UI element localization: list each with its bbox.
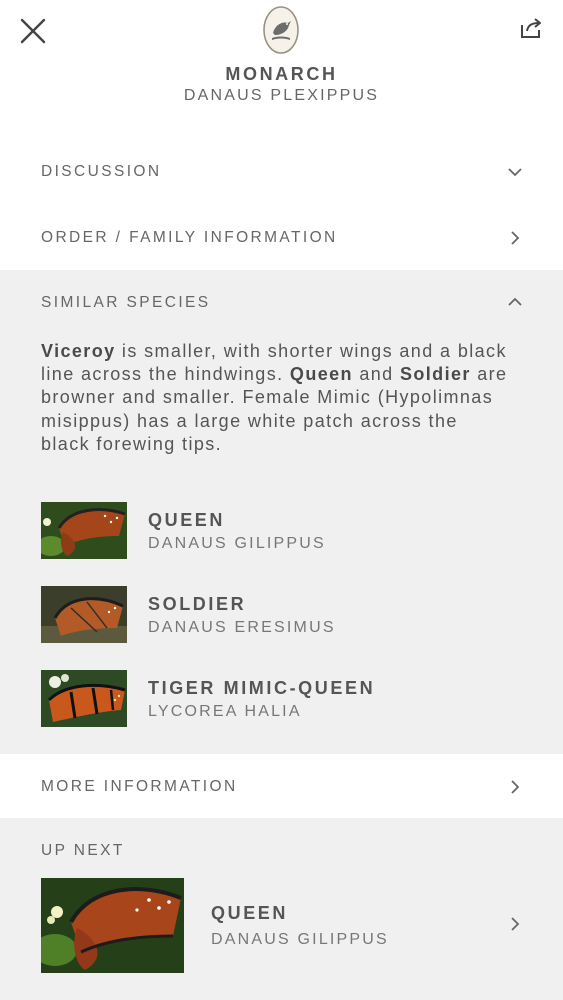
queen-thumbnail	[41, 502, 127, 559]
soldier-term: Soldier	[399, 364, 471, 385]
order-family-label: ORDER / FAMILY INFORMATION	[41, 229, 338, 246]
viceroy-term: Viceroy	[41, 341, 116, 361]
bird-logo-icon	[263, 6, 299, 54]
similar-species-item-tiger-mimic-queen[interactable]: TIGER MIMIC-QUEEN LYCOREA HALIA	[0, 668, 563, 738]
up-next-scientific: DANAUS GILIPPUS	[211, 931, 389, 948]
species-scientific-name: DANAUS PLEXIPPUS	[183, 87, 380, 104]
species-scientific: DANAUS GILIPPUS	[148, 535, 326, 552]
similar-species-label: SIMILAR SPECIES	[41, 294, 211, 311]
chevron-down-icon	[508, 168, 522, 177]
app-logo	[262, 5, 300, 55]
share-button[interactable]	[519, 16, 543, 40]
queen-term: Queen	[289, 364, 353, 385]
discussion-label: DISCUSSION	[41, 163, 162, 180]
species-name: QUEEN	[148, 510, 226, 530]
chevron-right-icon	[511, 917, 520, 931]
species-scientific: LYCOREA HALIA	[148, 703, 302, 720]
similar-species-item-queen[interactable]: QUEEN DANAUS GILIPPUS	[0, 500, 563, 570]
header: MONARCH DANAUS PLEXIPPUS	[0, 0, 563, 120]
similar-species-text: Viceroy is smaller, with shorter wings a…	[41, 341, 508, 454]
species-scientific: DANAUS ERESIMUS	[148, 619, 336, 636]
up-next-label: UP NEXT	[41, 842, 125, 859]
chevron-up-icon[interactable]	[507, 294, 523, 310]
species-name: TIGER MIMIC-QUEEN	[148, 678, 376, 698]
chevron-right-icon	[511, 780, 520, 794]
up-next-thumbnail[interactable]	[41, 878, 184, 973]
species-title: MONARCH	[225, 64, 338, 84]
up-next-name: QUEEN	[211, 903, 289, 923]
more-information-label: MORE INFORMATION	[41, 778, 238, 795]
order-family-row[interactable]: ORDER / FAMILY INFORMATION	[0, 206, 563, 270]
similar-species-item-soldier[interactable]: SOLDIER DANAUS ERESIMUS	[0, 584, 563, 654]
species-name: SOLDIER	[148, 594, 247, 614]
more-information-row[interactable]: MORE INFORMATION	[0, 754, 563, 818]
discussion-row[interactable]: DISCUSSION	[0, 140, 563, 206]
close-icon	[20, 18, 46, 44]
close-button[interactable]	[18, 16, 48, 46]
chevron-right-icon	[511, 231, 520, 245]
share-icon	[521, 18, 541, 38]
tiger-mimic-queen-thumbnail	[41, 670, 127, 727]
soldier-thumbnail	[41, 586, 127, 643]
